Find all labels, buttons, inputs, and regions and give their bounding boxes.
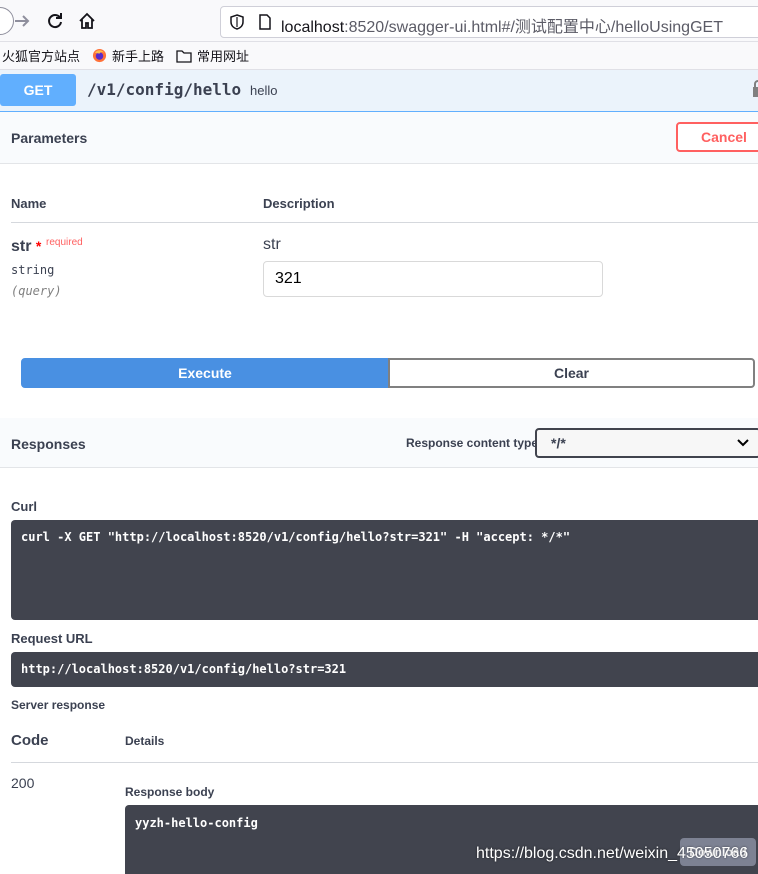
parameter-name-text: str xyxy=(11,238,32,255)
shield-icon xyxy=(230,14,244,30)
curl-command-block: curl -X GET "http://localhost:8520/v1/co… xyxy=(11,520,758,620)
folder-icon xyxy=(176,49,192,63)
browser-navbar: localhost:8520/swagger-ui.html#/测试配置中心/h… xyxy=(0,0,758,42)
response-content-type-select[interactable]: */* xyxy=(535,428,758,458)
reload-button[interactable] xyxy=(44,10,66,32)
bookmark-label: 火狐官方站点 xyxy=(2,49,81,64)
required-asterisk: * xyxy=(35,238,42,254)
clear-button[interactable]: Clear xyxy=(388,358,755,388)
parameter-str-input[interactable] xyxy=(263,261,603,297)
response-body-block: yyzh-hello-config xyxy=(125,805,758,874)
responses-title: Responses xyxy=(11,436,86,452)
column-header-description: Description xyxy=(263,196,335,211)
home-icon xyxy=(79,12,95,29)
response-status-code: 200 xyxy=(11,775,35,791)
chevron-down-icon xyxy=(737,439,749,447)
parameter-description: str xyxy=(263,236,281,253)
bookmarks-bar: 火狐官方站点 新手上路 常用网址 xyxy=(0,42,758,70)
server-response-label: Server response xyxy=(11,698,106,712)
parameter-location: (query) xyxy=(11,284,62,298)
bookmark-common-sites[interactable]: 常用网址 xyxy=(176,46,249,65)
request-url-label: Request URL xyxy=(11,631,93,646)
bookmark-firefox-official[interactable]: 火狐官方站点 xyxy=(2,46,80,65)
required-label: required xyxy=(46,237,83,248)
parameter-type: string xyxy=(11,263,55,277)
request-url-block: http://localhost:8520/v1/config/hello?st… xyxy=(11,652,758,687)
parameters-title: Parameters xyxy=(11,130,88,146)
home-button[interactable] xyxy=(76,10,98,32)
response-table-divider xyxy=(11,762,758,763)
response-content-type-label: Response content type xyxy=(406,436,539,450)
details-column-header: Details xyxy=(125,734,165,748)
code-column-header: Code xyxy=(11,732,49,749)
lock-icon[interactable] xyxy=(752,80,758,98)
page-icon xyxy=(259,14,271,30)
forward-button[interactable] xyxy=(11,10,33,32)
watermark-text: https://blog.csdn.net/weixin_45050766 xyxy=(476,845,749,862)
bookmark-label: 新手上路 xyxy=(112,49,165,64)
column-header-name: Name xyxy=(11,196,47,211)
cancel-button[interactable]: Cancel xyxy=(676,122,758,152)
content-type-value: */* xyxy=(551,435,566,451)
reload-icon xyxy=(48,13,62,29)
url-bar[interactable]: localhost:8520/swagger-ui.html#/测试配置中心/h… xyxy=(220,6,758,38)
parameters-section-header: Parameters Cancel xyxy=(0,112,758,164)
parameter-name: str * xyxy=(11,238,41,256)
response-body-label: Response body xyxy=(125,785,215,799)
bookmark-getting-started[interactable]: 新手上路 xyxy=(92,46,164,65)
arrow-right-icon xyxy=(15,15,30,27)
operation-path: /v1/config/hello xyxy=(87,80,242,99)
execute-button[interactable]: Execute xyxy=(21,358,389,388)
curl-label: Curl xyxy=(11,499,37,514)
bookmark-label: 常用网址 xyxy=(197,49,250,64)
url-host: localhost xyxy=(281,19,345,36)
operation-header[interactable]: GET /v1/config/hello hello xyxy=(0,70,758,112)
url-text: localhost:8520/swagger-ui.html#/测试配置中心/h… xyxy=(281,13,723,37)
table-divider xyxy=(11,222,758,223)
url-path: :8520/swagger-ui.html#/测试配置中心/helloUsing… xyxy=(344,19,723,36)
operation-summary: hello xyxy=(250,83,278,98)
firefox-icon xyxy=(92,48,107,63)
http-method-badge: GET xyxy=(0,74,76,106)
